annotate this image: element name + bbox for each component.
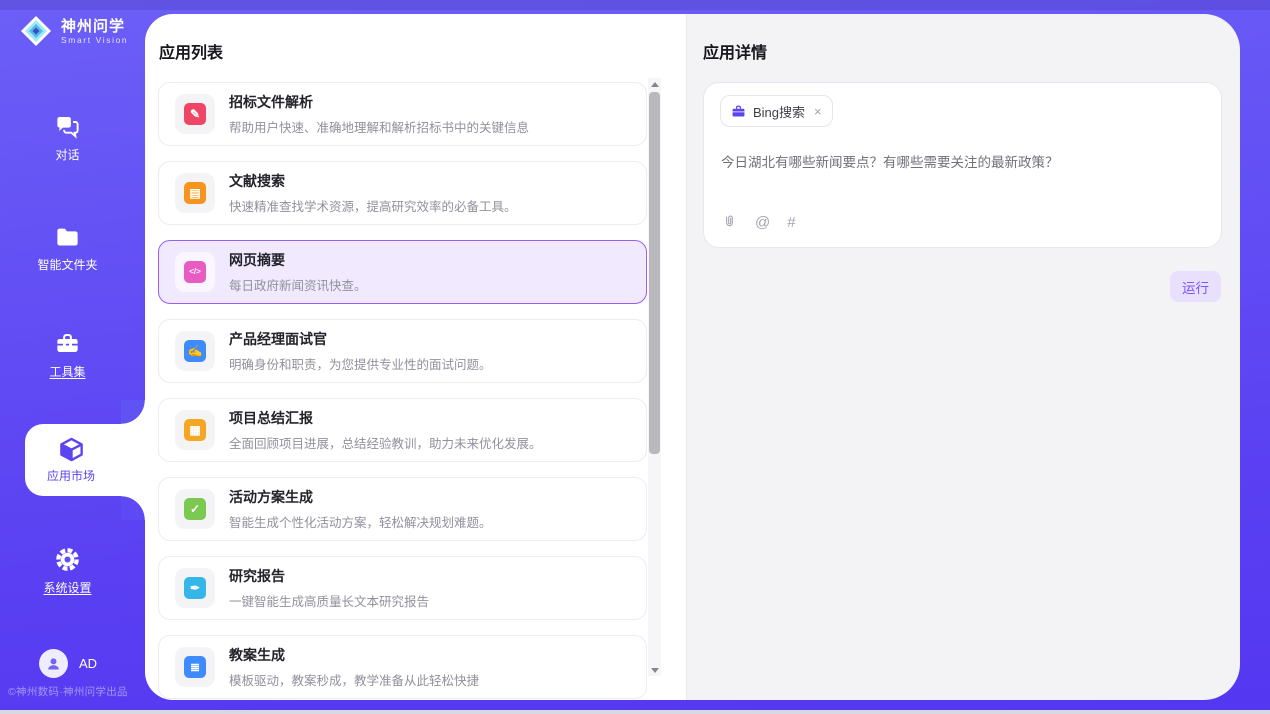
app-card[interactable]: </> 网页摘要 每日政府新闻资讯快查。	[158, 240, 647, 304]
app-card[interactable]: ≣ 教案生成 模板驱动，教案秒成，教学准备从此轻松快捷	[158, 635, 647, 699]
app-icon-tile: ▦	[175, 410, 215, 450]
user-account[interactable]: AD	[39, 649, 97, 678]
editor-toolbar: @ #	[721, 214, 796, 231]
app-card-list: ✎ 招标文件解析 帮助用户快速、准确地理解和解析招标书中的关键信息 ▤ 文献搜索…	[158, 82, 647, 699]
app-icon-tile: ≣	[175, 647, 215, 687]
app-card-title: 教案生成	[229, 645, 479, 665]
sidebar-item-label: 对话	[55, 148, 79, 162]
sidebar-item-label: 智能文件夹	[37, 258, 97, 272]
chat-icon	[54, 113, 81, 140]
app-icon-tile: ✎	[175, 94, 215, 134]
sidebar-item-toolset[interactable]: 工具集	[0, 330, 135, 381]
gear-icon	[54, 546, 81, 573]
sidebar: 神州问学 Smart Vision 对话 智能文件夹 工具集	[0, 0, 145, 710]
tool-chip-bing-search[interactable]: Bing搜索 ×	[720, 95, 833, 127]
app-card-description: 明确身份和职责，为您提供专业性的面试问题。	[229, 354, 492, 373]
brand-subtitle: Smart Vision	[61, 35, 128, 45]
app-card-title: 产品经理面试官	[229, 329, 492, 349]
content-frame: 应用列表 ✎ 招标文件解析 帮助用户快速、准确地理解和解析招标书中的关键信息 ▤…	[145, 14, 1240, 700]
app-card[interactable]: ✓ 活动方案生成 智能生成个性化活动方案，轻松解决规划难题。	[158, 477, 647, 541]
app-icon-tile: ✓	[175, 489, 215, 529]
app-detail-title: 应用详情	[703, 39, 767, 63]
copyright-text: ©神州数码·神州问学出品	[8, 684, 145, 699]
app-card-description: 全面回顾项目进展，总结经验教训，助力未来优化发展。	[229, 433, 542, 452]
interviewer-icon: ✍	[184, 340, 206, 362]
app-card-title: 活动方案生成	[229, 487, 492, 507]
app-card-title: 研究报告	[229, 566, 429, 586]
books-icon: ≣	[184, 656, 206, 678]
app-icon-tile: ✍	[175, 331, 215, 371]
clipboard-check-icon: ✓	[184, 498, 206, 520]
toolbox-icon	[54, 330, 81, 357]
user-icon	[45, 655, 62, 672]
app-list-panel: 应用列表 ✎ 招标文件解析 帮助用户快速、准确地理解和解析招标书中的关键信息 ▤…	[145, 14, 686, 700]
app-icon-tile: </>	[175, 252, 215, 292]
app-card-description: 一键智能生成高质量长文本研究报告	[229, 591, 429, 610]
app-card[interactable]: ▤ 文献搜索 快速精准查找学术资源，提高研究效率的必备工具。	[158, 161, 647, 225]
sidebar-item-app-market-active[interactable]: 应用市场	[25, 424, 145, 496]
app-card-title: 项目总结汇报	[229, 408, 542, 428]
prompt-text: 今日湖北有哪些新闻要点？有哪些需要关注的最新政策？	[721, 151, 1205, 171]
app-card-title: 网页摘要	[229, 250, 367, 270]
app-card-description: 帮助用户快速、准确地理解和解析招标书中的关键信息	[229, 117, 529, 136]
brand-title: 神州问学	[61, 18, 128, 35]
app-detail-panel: 应用详情 Bing搜索 × 今日湖北有哪些新闻要点？有哪些需要关注的最新政策？ …	[686, 14, 1240, 700]
tab-curve-top	[121, 400, 145, 424]
pen-edit-icon: ✎	[184, 103, 206, 125]
app-card-description: 快速精准查找学术资源，提高研究效率的必备工具。	[229, 196, 517, 215]
briefcase-icon	[731, 104, 746, 119]
sidebar-item-settings[interactable]: 系统设置	[0, 546, 135, 597]
brand-logo: 神州问学 Smart Vision	[18, 13, 128, 49]
sidebar-item-label: 应用市场	[47, 469, 95, 483]
ink-pen-icon: ✒	[184, 577, 206, 599]
scroll-down-arrow[interactable]	[648, 664, 661, 676]
paperclip-icon[interactable]	[721, 214, 738, 231]
app-card[interactable]: ✎ 招标文件解析 帮助用户快速、准确地理解和解析招标书中的关键信息	[158, 82, 647, 146]
mention-at-icon[interactable]: @	[755, 215, 770, 230]
hashtag-icon[interactable]: #	[787, 215, 795, 230]
sidebar-item-smart-folder[interactable]: 智能文件夹	[0, 223, 135, 274]
summary-calendar-icon: ▦	[184, 419, 206, 441]
scrollbar[interactable]	[648, 78, 661, 676]
folder-icon	[54, 223, 81, 250]
window-bottom-edge	[0, 710, 1270, 714]
app-card[interactable]: ✍ 产品经理面试官 明确身份和职责，为您提供专业性的面试问题。	[158, 319, 647, 383]
book-icon: ▤	[184, 182, 206, 204]
chip-close-icon[interactable]: ×	[814, 105, 822, 118]
app-card-description: 智能生成个性化活动方案，轻松解决规划难题。	[229, 512, 492, 531]
sidebar-item-label: 工具集	[49, 365, 85, 379]
browser-code-icon: </>	[184, 261, 206, 283]
app-icon-tile: ✒	[175, 568, 215, 608]
avatar	[39, 649, 68, 678]
app-card-title: 招标文件解析	[229, 92, 529, 112]
sidebar-item-chat[interactable]: 对话	[0, 113, 135, 164]
app-card-description: 每日政府新闻资讯快查。	[229, 275, 367, 294]
sidebar-item-label: 系统设置	[43, 581, 91, 595]
app-card[interactable]: ▦ 项目总结汇报 全面回顾项目进展，总结经验教训，助力未来优化发展。	[158, 398, 647, 462]
app-icon-tile: ▤	[175, 173, 215, 213]
app-card[interactable]: ✒ 研究报告 一键智能生成高质量长文本研究报告	[158, 556, 647, 620]
tab-curve-bottom	[121, 496, 145, 520]
app-list-title: 应用列表	[159, 39, 223, 63]
scrollbar-thumb[interactable]	[649, 92, 660, 454]
window-top-shade	[0, 0, 1270, 10]
app-card-title: 文献搜索	[229, 171, 517, 191]
user-name: AD	[79, 656, 97, 671]
tool-chip-label: Bing搜索	[753, 102, 805, 121]
diamond-logo-icon	[18, 13, 54, 49]
scroll-up-arrow[interactable]	[648, 78, 661, 90]
app-card-description: 模板驱动，教案秒成，教学准备从此轻松快捷	[229, 670, 479, 689]
prompt-editor[interactable]: Bing搜索 × 今日湖北有哪些新闻要点？有哪些需要关注的最新政策？ @ #	[703, 82, 1222, 248]
run-button[interactable]: 运行	[1170, 271, 1221, 302]
cube-icon	[58, 436, 85, 463]
